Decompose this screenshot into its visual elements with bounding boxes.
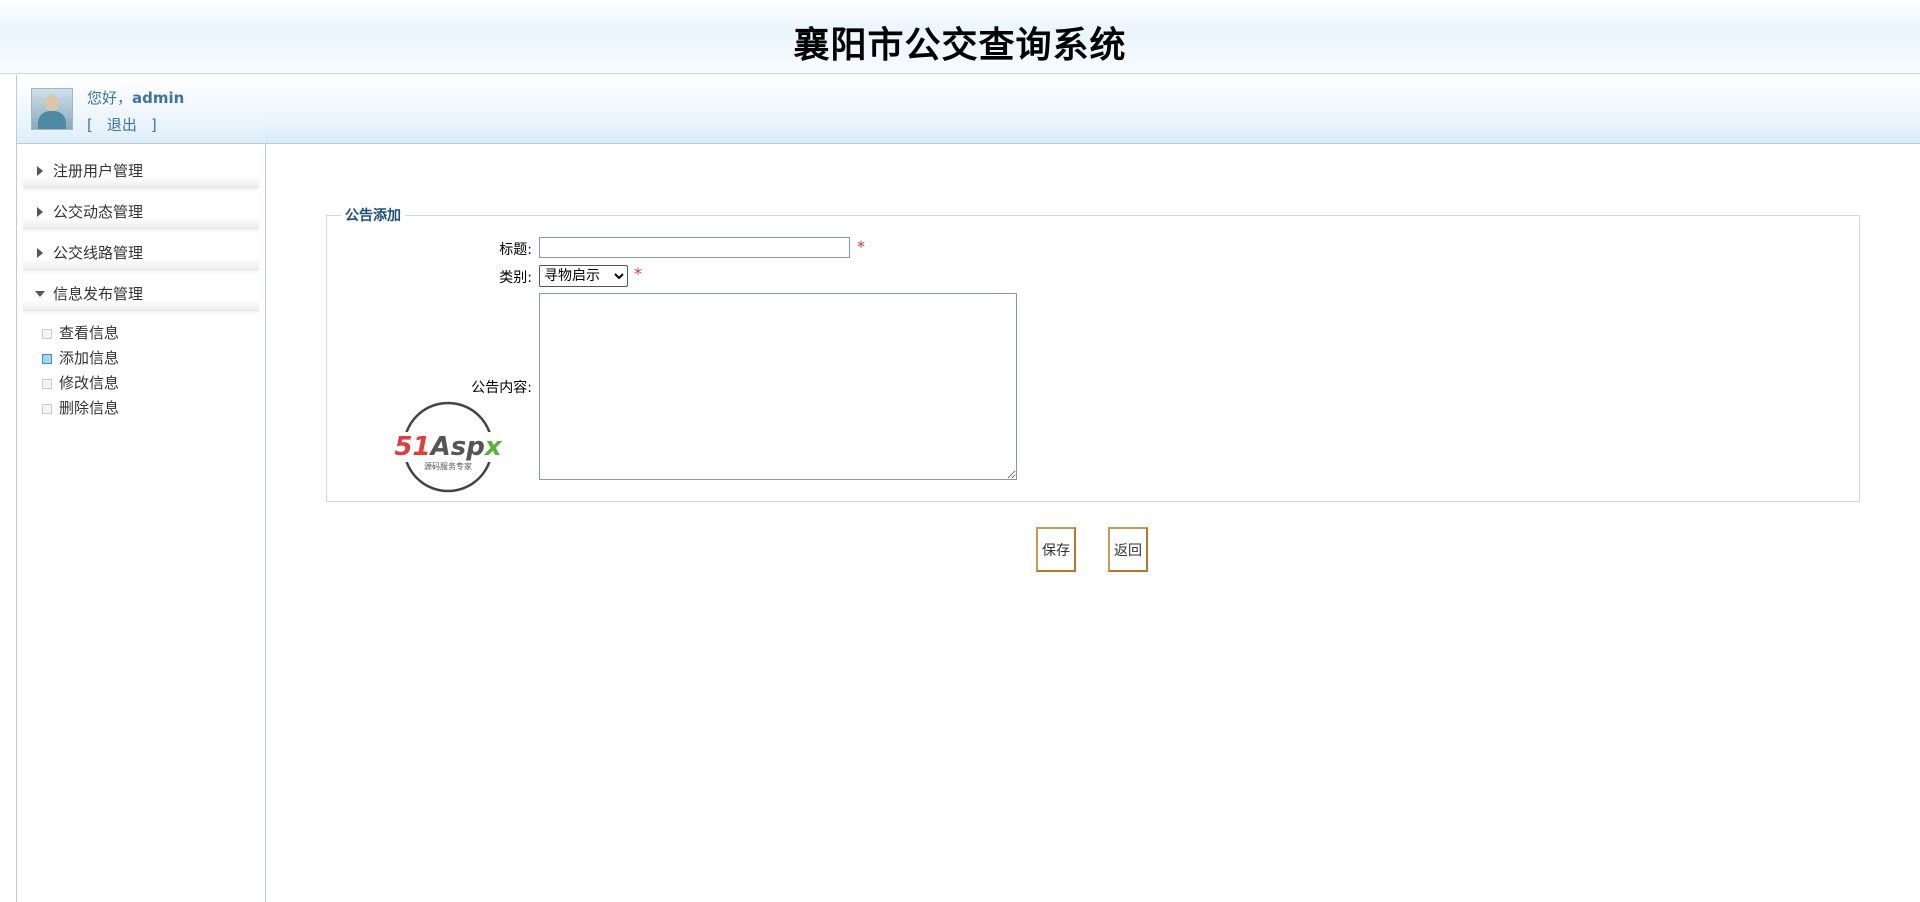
sidebar-group-label: 公交线路管理 <box>53 244 144 262</box>
logout-link[interactable]: 退出 <box>107 116 137 134</box>
user-greeting: 您好，admin <box>87 87 184 108</box>
watermark-logo: 51Aspx 源码服务专家 <box>390 401 506 493</box>
sidebar-item-label: 修改信息 <box>59 374 120 392</box>
user-panel: 您好，admin [ 退出] <box>17 75 265 144</box>
sidebar-item-view-info[interactable]: 查看信息 <box>17 321 265 346</box>
logo-tagline: 源码服务专家 <box>424 461 472 471</box>
sidebar-group-bus-news[interactable]: 公交动态管理 <box>23 192 259 229</box>
category-select[interactable]: 寻物启示 <box>539 265 628 287</box>
form-legend: 公告添加 <box>345 208 401 224</box>
logout-bracket-close: ] <box>150 116 157 134</box>
avatar-head-icon <box>45 95 59 111</box>
bullet-square-icon <box>42 404 52 414</box>
avatar-body-icon <box>38 111 66 129</box>
content-topbar <box>265 75 1920 144</box>
sidebar-group-bus-routes[interactable]: 公交线路管理 <box>23 233 259 270</box>
title-label: 标题: <box>499 242 532 258</box>
sidebar-item-add-info[interactable]: 添加信息 <box>17 346 265 371</box>
save-button[interactable]: 保存 <box>1036 527 1076 572</box>
user-name: admin <box>132 89 185 107</box>
sidebar-group-info-publish[interactable]: 信息发布管理 <box>23 274 259 311</box>
back-button[interactable]: 返回 <box>1108 527 1148 572</box>
bullet-square-icon <box>42 354 52 364</box>
required-mark: * <box>634 264 642 283</box>
sidebar-submenu: 查看信息 添加信息 修改信息 删除信息 <box>17 321 265 421</box>
page-header: 襄阳市公交查询系统 <box>0 0 1920 74</box>
sidebar-item-delete-info[interactable]: 删除信息 <box>17 396 265 421</box>
sidebar-menu: 注册用户管理 公交动态管理 公交线路管理 信息发布管理 查看信息 添加信息 修改… <box>17 147 265 421</box>
logout-row: [ 退出] <box>87 114 157 135</box>
sidebar-item-label: 添加信息 <box>59 349 120 367</box>
content-textarea[interactable] <box>539 293 1017 480</box>
sidebar-item-edit-info[interactable]: 修改信息 <box>17 371 265 396</box>
caret-right-icon <box>37 166 43 176</box>
caret-down-icon <box>35 291 45 297</box>
required-mark: * <box>857 237 865 256</box>
bullet-square-icon <box>42 329 52 339</box>
avatar <box>31 88 73 130</box>
caret-right-icon <box>37 248 43 258</box>
logout-bracket-open: [ <box>87 116 93 134</box>
logo-brand-text: 51Aspx <box>394 432 502 462</box>
page-title: 襄阳市公交查询系统 <box>793 25 1127 66</box>
greeting-text: 您好， <box>87 89 133 107</box>
sidebar: 您好，admin [ 退出] 注册用户管理 公交动态管理 公交线路管理 信息发布管… <box>16 75 266 902</box>
sidebar-item-label: 删除信息 <box>59 399 120 417</box>
sidebar-group-label: 注册用户管理 <box>53 162 144 180</box>
sidebar-group-label: 公交动态管理 <box>53 203 144 221</box>
bullet-square-icon <box>42 379 52 389</box>
sidebar-group-label: 信息发布管理 <box>53 285 144 303</box>
caret-right-icon <box>37 207 43 217</box>
content-label: 公告内容: <box>471 380 532 396</box>
title-input[interactable] <box>539 237 850 258</box>
sidebar-item-label: 查看信息 <box>59 324 120 342</box>
category-label: 类别: <box>499 270 532 286</box>
sidebar-group-user-management[interactable]: 注册用户管理 <box>23 151 259 188</box>
